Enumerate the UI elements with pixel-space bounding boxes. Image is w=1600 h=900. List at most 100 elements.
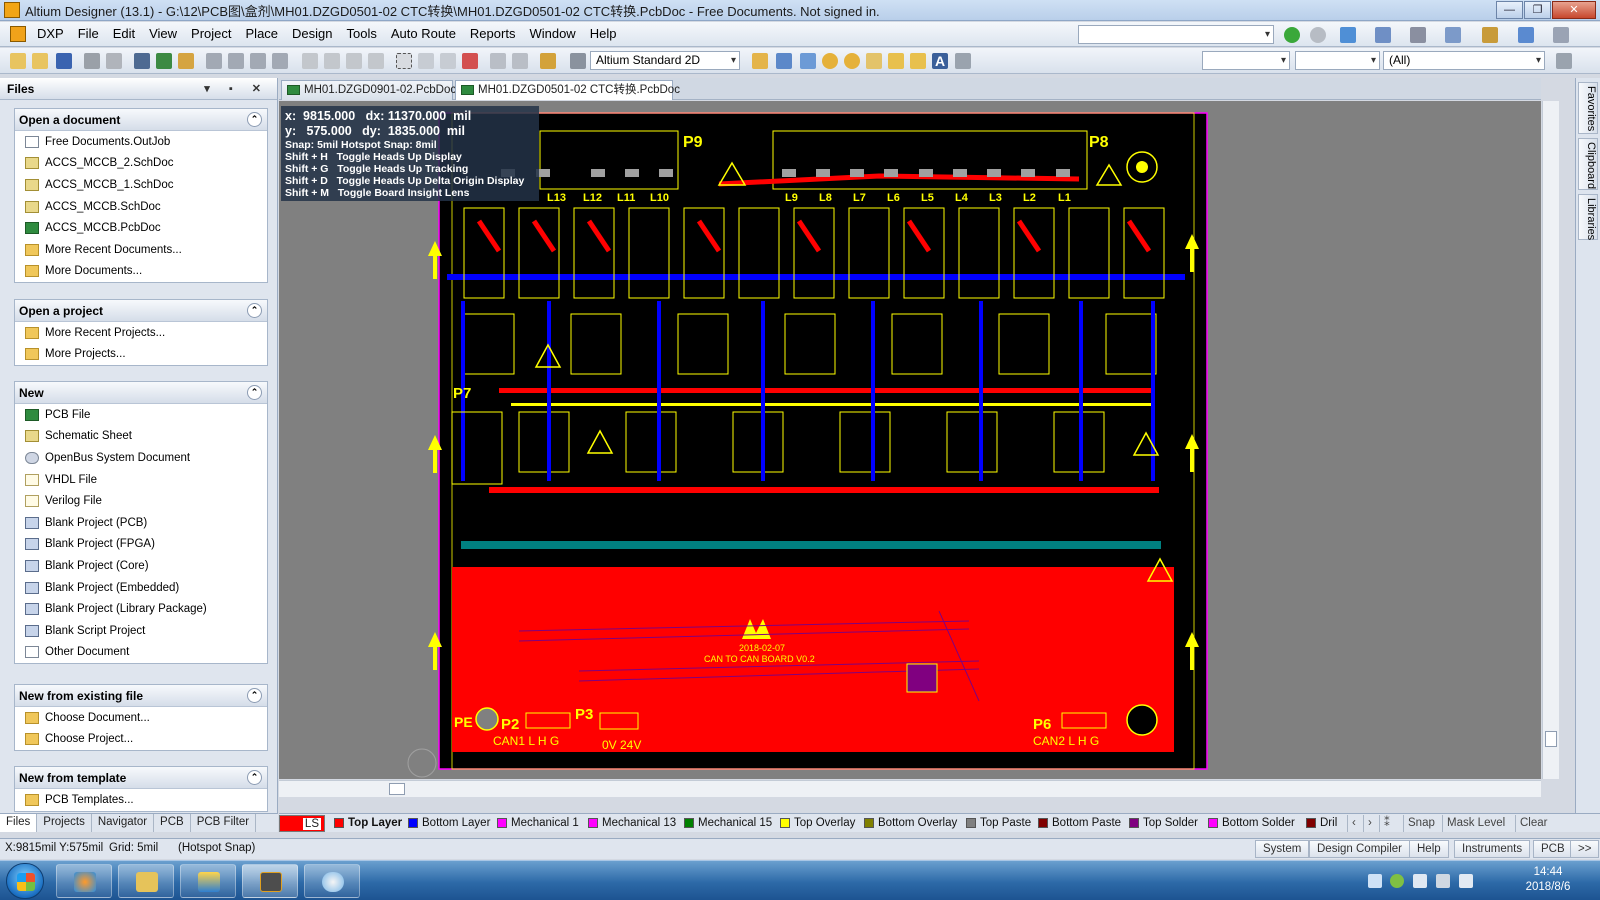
move-icon[interactable]: [418, 53, 434, 69]
menu-file[interactable]: File: [71, 23, 106, 45]
board-icon[interactable]: [156, 53, 172, 69]
copy-icon[interactable]: [324, 53, 340, 69]
panel-tab-projects[interactable]: Projects: [37, 814, 92, 832]
mask-level-button[interactable]: Mask Level: [1442, 815, 1509, 832]
menu-edit[interactable]: Edit: [106, 23, 142, 45]
tab-doc-dzgd0501[interactable]: MH01.DZGD0501-02 CTC转换.PcbDoc: [455, 80, 680, 100]
menu-view[interactable]: View: [142, 23, 184, 45]
menu-dxp[interactable]: DXP: [30, 23, 71, 45]
list-item[interactable]: More Recent Projects...: [15, 322, 267, 344]
arc-icon[interactable]: [866, 53, 882, 69]
save-icon[interactable]: [56, 53, 72, 69]
clear-filter-icon[interactable]: [462, 53, 478, 69]
menu-design[interactable]: Design: [285, 23, 339, 45]
panel-tab-navigator[interactable]: Navigator: [92, 814, 155, 832]
section-header[interactable]: Open a document ⌃: [15, 109, 267, 131]
minimize-button[interactable]: —: [1496, 1, 1523, 19]
list-item[interactable]: Blank Script Project: [15, 620, 267, 642]
collapse-icon[interactable]: ⌃: [247, 688, 262, 703]
status-system-button[interactable]: System: [1255, 840, 1310, 858]
list-item[interactable]: Blank Project (PCB): [15, 512, 267, 534]
3d-icon[interactable]: [178, 53, 194, 69]
list-item[interactable]: Blank Project (Core): [15, 555, 267, 577]
list-item[interactable]: Other Document: [15, 642, 267, 664]
list-item[interactable]: Schematic Sheet: [15, 426, 267, 448]
layer-tab-mechanical-13[interactable]: Mechanical 13: [585, 815, 676, 832]
layer-tab-mechanical-1[interactable]: Mechanical 1: [494, 815, 579, 832]
filter-class-select[interactable]: [1202, 51, 1290, 70]
taskbar-app-altium[interactable]: [242, 864, 298, 898]
menu-place[interactable]: Place: [239, 23, 286, 45]
menu-window[interactable]: Window: [522, 23, 582, 45]
status-more-button[interactable]: >>: [1570, 840, 1600, 858]
list-item[interactable]: More Documents...: [15, 261, 267, 283]
zoom-selected-icon[interactable]: [250, 53, 266, 69]
select-icon[interactable]: [1445, 27, 1461, 43]
clear-button[interactable]: Clear: [1515, 815, 1551, 832]
rooms-icon[interactable]: [1518, 27, 1534, 43]
section-header[interactable]: Open a project ⌃: [15, 300, 267, 322]
polygon-icon[interactable]: [910, 53, 926, 69]
collapse-icon[interactable]: ⌃: [247, 112, 262, 127]
close-button[interactable]: ✕: [1552, 1, 1596, 19]
list-item[interactable]: ACCS_MCCB_1.SchDoc: [15, 174, 267, 196]
list-item[interactable]: More Projects...: [15, 344, 267, 366]
filter-select[interactable]: (All): [1383, 51, 1545, 70]
taskbar-app[interactable]: [180, 864, 236, 898]
list-item[interactable]: ACCS_MCCB.PcbDoc: [15, 217, 267, 239]
scroll-thumb[interactable]: [1545, 731, 1557, 747]
layer-set-ls[interactable]: LS: [279, 815, 325, 832]
layer-tab-bottom-layer[interactable]: Bottom Layer: [405, 815, 490, 832]
list-item[interactable]: Free Documents.OutJob: [15, 131, 267, 153]
redo-icon[interactable]: [512, 53, 528, 69]
tray-expand-icon[interactable]: [1368, 874, 1382, 888]
measure-icon[interactable]: [1553, 27, 1569, 43]
forward-icon[interactable]: [1310, 27, 1326, 43]
vertical-scrollbar[interactable]: [1542, 101, 1559, 779]
layer-tab-top-paste[interactable]: Top Paste: [963, 815, 1031, 832]
menu-auto-route[interactable]: Auto Route: [384, 23, 463, 45]
horizontal-scrollbar[interactable]: [279, 780, 1541, 797]
snap-button[interactable]: Snap: [1403, 815, 1439, 832]
list-item[interactable]: Blank Project (FPGA): [15, 534, 267, 556]
paste-icon[interactable]: [346, 53, 362, 69]
zoom-filter-icon[interactable]: [272, 53, 288, 69]
list-item[interactable]: ACCS_MCCB_2.SchDoc: [15, 153, 267, 175]
tray-network-icon[interactable]: [1436, 874, 1450, 888]
cross-probe-icon[interactable]: [540, 53, 556, 69]
maximize-button[interactable]: ❐: [1524, 1, 1551, 19]
menu-project[interactable]: Project: [184, 23, 238, 45]
pcb-workspace[interactable]: P9 P8 L13 L12 L11 L10 L9 L8 L7 L6 L5 L4 …: [279, 101, 1541, 779]
tab-favorites[interactable]: Favorites: [1578, 82, 1598, 134]
string-icon[interactable]: A: [932, 53, 948, 69]
list-item[interactable]: OpenBus System Document: [15, 447, 267, 469]
panel-controls[interactable]: ▾ ▪ ✕: [204, 82, 269, 95]
collapse-icon[interactable]: ⌃: [247, 770, 262, 785]
layer-tab-bottom-solder[interactable]: Bottom Solder: [1205, 815, 1295, 832]
section-header[interactable]: New ⌃: [15, 382, 267, 404]
pcb-canvas[interactable]: P9 P8 L13 L12 L11 L10 L9 L8 L7 L6 L5 L4 …: [279, 101, 1541, 779]
list-item[interactable]: VHDL File: [15, 469, 267, 491]
panel-tab-files[interactable]: Files: [0, 814, 38, 832]
align-icon[interactable]: [1410, 27, 1426, 43]
taskbar-app[interactable]: [118, 864, 174, 898]
via-icon[interactable]: [844, 53, 860, 69]
command-combo[interactable]: [1078, 25, 1274, 44]
start-button[interactable]: [6, 863, 44, 899]
wiring-icon[interactable]: [1375, 27, 1391, 43]
diff-pair-icon[interactable]: [776, 53, 792, 69]
layer-tab-bottom-overlay[interactable]: Bottom Overlay: [861, 815, 957, 832]
layer-scroll-left-icon[interactable]: ‹: [1347, 815, 1360, 832]
open-icon[interactable]: [32, 53, 48, 69]
back-icon[interactable]: [1284, 27, 1300, 43]
list-item[interactable]: PCB Templates...: [15, 789, 267, 811]
interactive-route-icon[interactable]: [752, 53, 768, 69]
layers-icon[interactable]: [134, 53, 150, 69]
select-area-icon[interactable]: [396, 53, 412, 69]
home-icon[interactable]: [1340, 27, 1356, 43]
print-preview-icon[interactable]: [106, 53, 122, 69]
list-item[interactable]: Verilog File: [15, 490, 267, 512]
cut-icon[interactable]: [302, 53, 318, 69]
list-item[interactable]: Blank Project (Library Package): [15, 598, 267, 620]
panel-tab-pcb-filter[interactable]: PCB Filter: [191, 814, 257, 832]
